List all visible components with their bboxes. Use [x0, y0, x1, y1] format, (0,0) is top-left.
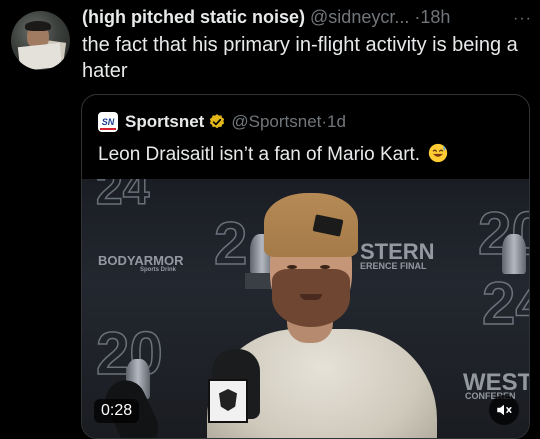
sportsnet-logo[interactable]: SN — [98, 112, 118, 132]
quoted-tweet-text: Leon Draisaitl isn’t a fan of Mario Kart… — [98, 143, 448, 167]
tweet-text: the fact that his primary in-flight acti… — [82, 34, 518, 82]
nhl-mic-flag — [208, 379, 248, 423]
quoted-tweet-header: SN Sportsnet @Sportsnet · 1d — [98, 111, 346, 133]
quoted-display-name[interactable]: Sportsnet — [125, 111, 204, 133]
verified-badge-icon — [210, 114, 225, 129]
quoted-tweet[interactable]: SN Sportsnet @Sportsnet · 1d Leon Draisai… — [81, 94, 530, 439]
user-handle[interactable]: @sidneycr... — [310, 7, 409, 27]
backdrop-number: 2 — [213, 209, 248, 278]
tweet-header: (high pitched static noise) @sidneycr...… — [82, 6, 532, 28]
display-name[interactable]: (high pitched static noise) — [82, 7, 305, 27]
quoted-timestamp[interactable]: 1d — [327, 111, 346, 133]
backdrop-conference: ERENCE FINAL — [360, 261, 427, 271]
backdrop-number: 24 — [481, 269, 529, 338]
mute-icon — [497, 404, 512, 416]
backdrop-number: 24 — [95, 179, 150, 216]
timestamp[interactable]: 18h — [420, 7, 450, 27]
video-player[interactable]: 24 20 20 24 2 BODYARMOR Sports Drink STE… — [82, 179, 529, 438]
beanie-hat — [264, 193, 358, 257]
quoted-user-handle[interactable]: @Sportsnet — [231, 111, 321, 133]
trophy-graphic — [502, 234, 526, 274]
sponsor-text: BODYARMOR — [98, 253, 184, 268]
video-duration: 0:28 — [94, 399, 140, 423]
more-icon[interactable]: ··· — [513, 10, 532, 28]
avatar[interactable] — [11, 11, 70, 70]
sweat-smile-emoji — [429, 143, 448, 163]
sponsor-subtext: Sports Drink — [140, 267, 177, 273]
mute-button[interactable] — [489, 395, 519, 425]
